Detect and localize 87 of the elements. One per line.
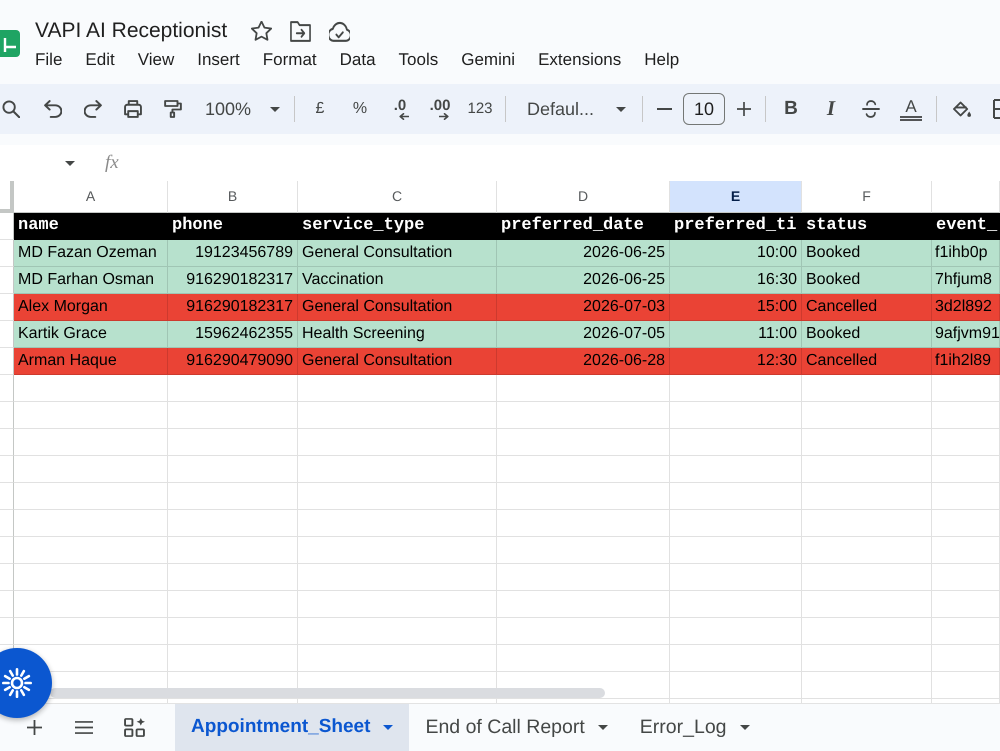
sheet-tab[interactable]: End of Call Report [409,704,624,751]
document-title[interactable]: VAPI AI Receptionist [35,15,228,47]
column-letter-header[interactable]: A [14,181,168,213]
table-cell: General Consultation [298,348,497,375]
paint-bucket-icon [952,100,972,118]
cloud-check-icon[interactable] [329,20,350,42]
italic-button[interactable]: I [814,93,848,125]
borders-icon[interactable] [993,99,1000,119]
decrease-decimal-button[interactable]: .0 [383,93,417,125]
header-cell: event_ [932,213,1000,240]
row-header-cell[interactable] [0,429,14,456]
menu-item[interactable]: Data [340,48,376,72]
menu-item[interactable]: Edit [85,48,115,72]
menu-item[interactable]: Format [262,48,317,72]
text-color-button[interactable]: A [894,93,928,125]
row-header-cell[interactable] [0,456,14,483]
function-label: fx [105,152,119,174]
folder-arrow-icon[interactable] [290,20,312,42]
number-format-button[interactable]: 123 [463,93,497,125]
scrollbar-thumb[interactable] [50,688,605,698]
add-sheet-button[interactable] [24,720,44,736]
menu-item[interactable]: Help [644,48,680,72]
row-header-cell[interactable] [0,591,14,618]
left-arrow-icon [399,112,409,120]
bold-button[interactable]: B [774,93,808,125]
undo-icon [44,100,62,118]
table-cell: f1ih2l89 [932,348,1000,375]
row-header-cell[interactable] [0,483,14,510]
caret-icon [383,725,394,730]
table-cell: 2026-06-28 [497,348,670,375]
font-dropdown[interactable]: Defaul... [514,93,634,125]
row-header-cell[interactable] [0,375,14,402]
logo-icon[interactable] [0,30,20,57]
column-letter-header[interactable] [932,181,1000,213]
row-header-cell[interactable] [0,537,14,564]
right-arrow-icon [439,112,449,120]
table-cell: Cancelled [802,348,932,375]
header-cell: name [14,213,168,240]
menu-item[interactable]: View [138,48,174,72]
caret-icon [598,725,608,730]
grid-sparkle-icon [124,718,144,737]
menu-item[interactable]: File [35,48,62,72]
increase-decimal-button[interactable]: .00 [423,93,457,125]
zoom-dropdown[interactable]: 100% [196,93,286,125]
column-letter-header[interactable]: F [802,181,932,213]
plus-icon [737,102,751,116]
percent-button[interactable]: % [343,93,377,125]
column-letter-header[interactable]: C [298,181,497,213]
row-header-cell[interactable] [0,402,14,429]
sheet-tab[interactable]: Error_Log [624,704,766,751]
row-header-cell[interactable] [0,510,14,537]
select-all-corner[interactable] [0,181,14,213]
menu-item[interactable]: Gemini [461,48,516,72]
menu-icon [75,721,93,734]
caret-icon[interactable] [65,160,75,166]
sheet-tab[interactable]: Appointment_Sheet [175,704,410,751]
row-header-cell[interactable] [0,564,14,591]
printer-icon [124,100,142,118]
column-letter-header[interactable]: B [168,181,298,213]
header-cell: service_type [298,213,497,240]
menu-item[interactable]: Insert [197,48,240,72]
menu-item[interactable]: Tools [398,48,438,72]
column-letter-header[interactable]: E [670,181,802,213]
underline-bar-icon [900,116,922,120]
header-cell: phone [168,213,298,240]
caret-icon [740,725,750,730]
table-cell: 916290479090 [168,348,298,375]
star-icon[interactable] [251,20,272,42]
menu-item[interactable]: Extensions [538,48,622,72]
column-letter-header[interactable]: D [497,181,670,213]
strikethrough-icon [862,100,880,118]
caret-icon [270,106,280,112]
font-size-field[interactable]: 10 [683,93,725,125]
redo-icon [84,100,102,118]
header-cell: preferred_date [497,213,670,240]
minus-icon [656,108,672,110]
table-cell: Arman Haque [14,348,168,375]
plus-icon [26,720,42,735]
table-cell: 12:30 [670,348,802,375]
header-cell: preferred_ti [670,213,802,240]
search-icon [2,100,20,118]
header-cell: status [802,213,932,240]
caret-icon [616,106,626,112]
currency-button[interactable]: £ [303,93,337,125]
row-header-cell[interactable] [0,618,14,645]
paint-roller-icon [164,100,182,118]
burst-icon [2,668,32,698]
